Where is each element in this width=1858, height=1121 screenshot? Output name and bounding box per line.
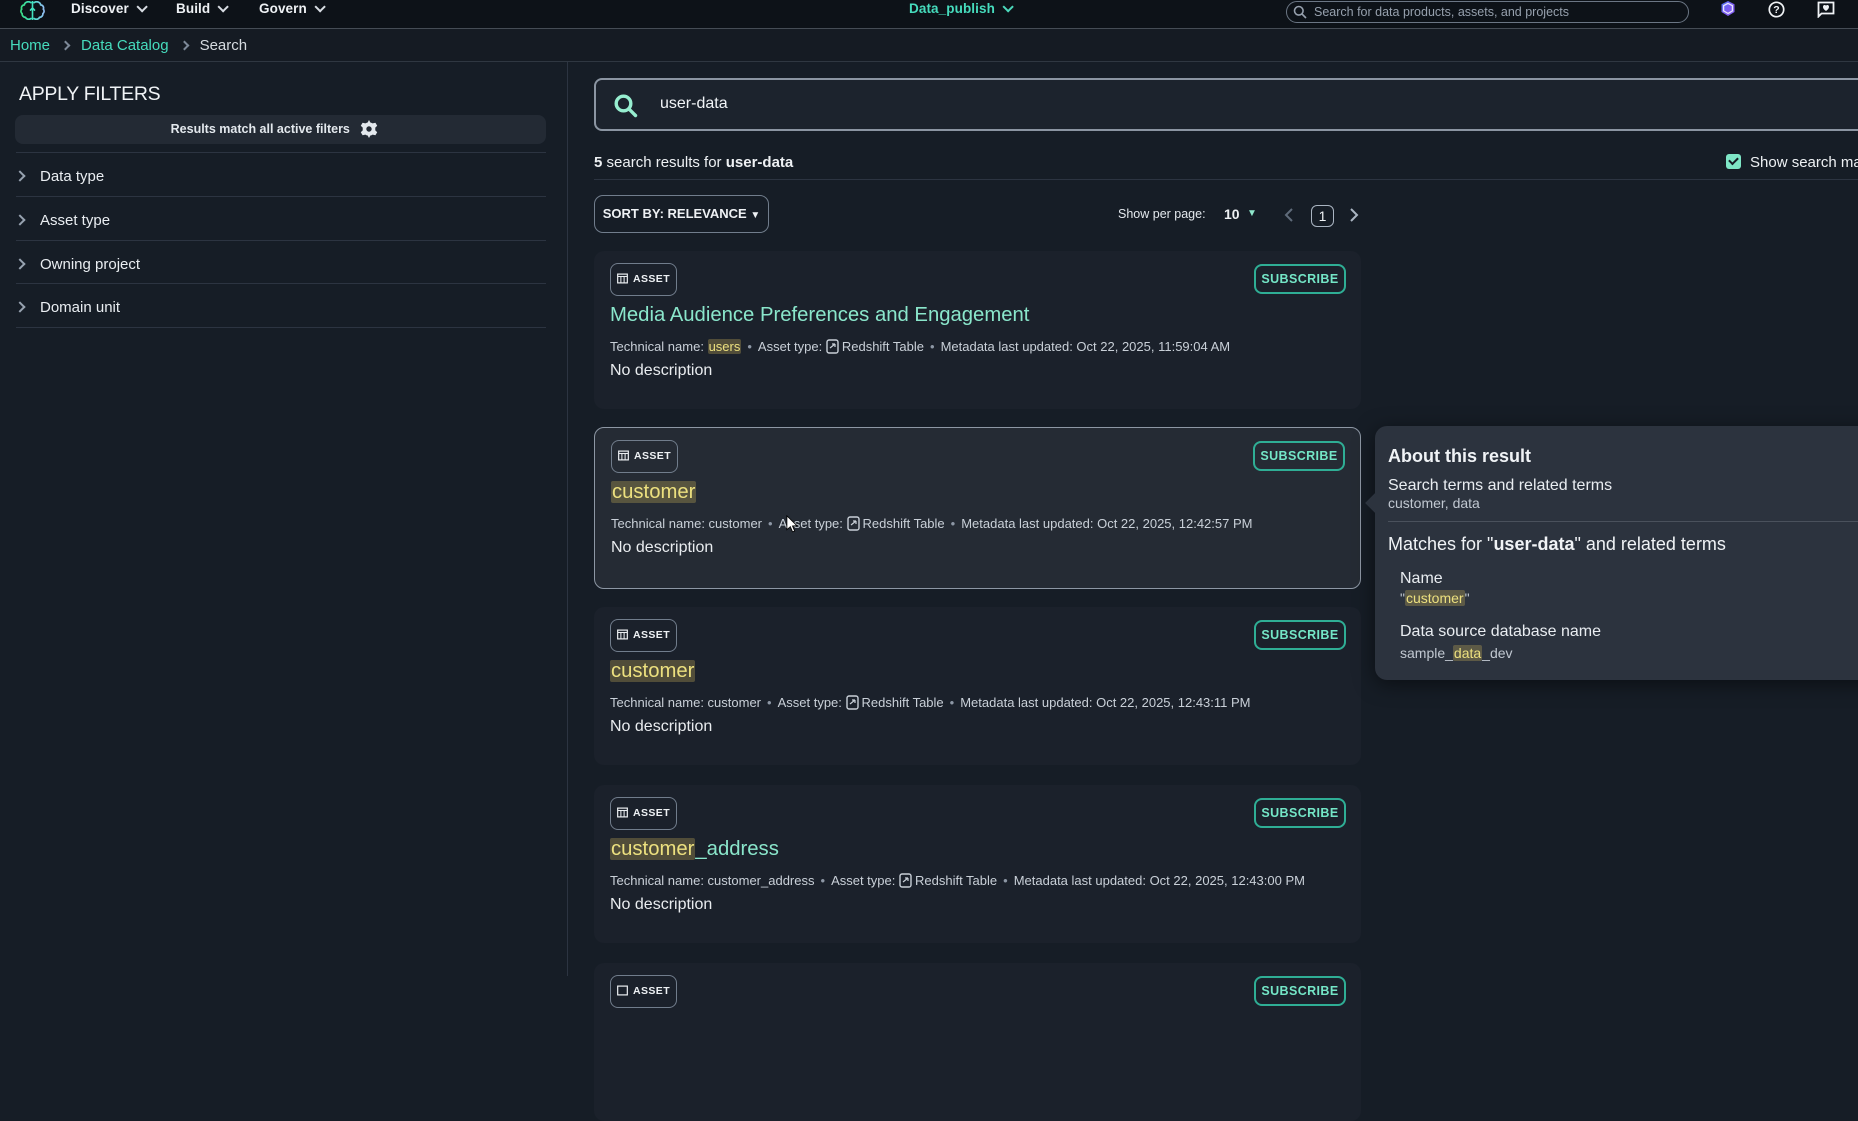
svg-text:?: ? xyxy=(1773,4,1779,16)
